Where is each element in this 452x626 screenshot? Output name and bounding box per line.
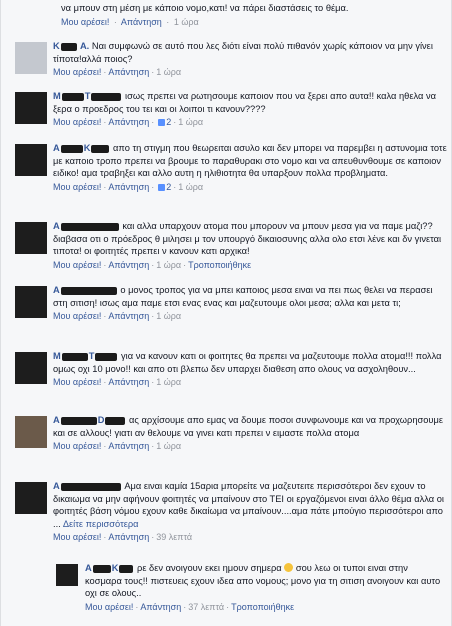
comment-body: AK ρε δεν ανοιγουν εκει ημουν σημερα σου… <box>85 562 447 613</box>
timestamp: 1 ώρα <box>156 441 182 451</box>
reply-link[interactable]: Απάντηση <box>108 260 149 270</box>
like-link[interactable]: Μου αρέσει! <box>53 67 101 77</box>
thumbs-up-icon <box>158 183 166 191</box>
avatar[interactable] <box>15 144 47 176</box>
like-link[interactable]: Μου αρέσει! <box>53 260 101 270</box>
avatar[interactable] <box>15 482 47 514</box>
commenter-name[interactable]: AD <box>53 415 126 425</box>
timestamp: 1 ώρα <box>156 377 182 387</box>
commenter-name[interactable]: K A. <box>53 41 89 51</box>
commenter-name[interactable]: A <box>53 221 120 231</box>
comment-meta: Μου αρέσει! · Απάντηση · 1 ώρα <box>53 67 182 77</box>
timestamp: 1 ώρα <box>178 181 204 192</box>
commenter-name[interactable]: AK <box>85 563 134 573</box>
comment-meta: Μου αρέσει! · Απάντηση · 37 λεπτά · Τροποποιήθ… <box>85 601 295 612</box>
avatar[interactable] <box>15 416 47 448</box>
comment-body: AD ας αρχίσουμε απο εμας να δουμε ποσοι … <box>53 414 447 453</box>
reply-link[interactable]: Απάντηση <box>121 17 162 27</box>
avatar[interactable] <box>15 92 47 124</box>
like-link[interactable]: Μου αρέσει! <box>61 17 109 27</box>
comment-thread: να μπουν στη μέση με κάποιο νομο,κατι! ν… <box>0 0 452 626</box>
timestamp: 1 ώρα <box>156 259 182 270</box>
comment-text: ρε δεν ανοιγουν εκει ημουν σημερα <box>137 563 282 573</box>
avatar[interactable] <box>15 352 47 384</box>
timestamp: 1 ώρα <box>173 17 199 27</box>
timestamp: 1 ώρα <box>178 117 204 127</box>
reply-link[interactable]: Απάντηση <box>108 311 149 321</box>
reply-link[interactable]: Απάντηση <box>108 377 149 387</box>
comment-meta: Μου αρέσει! · Απάντηση · 1 ώρα · Τροποποιήθηκε <box>53 259 252 270</box>
previous-comment-meta: Μου αρέσει! · Απάντηση · 1 ώρα <box>61 17 199 27</box>
like-link[interactable]: Μου αρέσει! <box>53 311 101 321</box>
reply-link[interactable]: Απάντηση <box>140 602 181 612</box>
reply-link[interactable]: Απάντηση <box>108 441 149 451</box>
comment-meta: Μου αρέσει! · Απάντηση · 1 ώρα <box>53 441 182 451</box>
like-link[interactable]: Μου αρέσει! <box>85 602 133 612</box>
smiley-icon <box>284 563 294 572</box>
like-link[interactable]: Μου αρέσει! <box>53 441 101 451</box>
timestamp: 39 λεπτά <box>156 532 193 542</box>
commenter-name[interactable]: MT <box>53 351 118 361</box>
commenter-name[interactable]: MT <box>53 91 122 101</box>
comment-body: K A. Ναι συμφωνώ σε αυτό που λες διότι ε… <box>53 40 447 79</box>
like-link[interactable]: Μου αρέσει! <box>53 532 101 542</box>
comment-meta: Μου αρέσει! · Απάντηση · 1 ώρα <box>53 377 182 387</box>
timestamp: 1 ώρα <box>156 67 182 77</box>
avatar[interactable] <box>15 286 47 318</box>
avatar[interactable] <box>15 42 47 74</box>
comment-body: A ο μονος τροπος για να μπει καποιος μεσ… <box>53 284 447 323</box>
comment-meta: Μου αρέσει! · Απάντηση · 2 · 1 ώρα <box>53 181 204 192</box>
like-link[interactable]: Μου αρέσει! <box>53 182 101 192</box>
comment-meta: Μου αρέσει! · Απάντηση · 2 · 1 ώρα <box>53 117 204 127</box>
comment-meta: Μου αρέσει! · Απάντηση · 1 ώρα <box>53 311 182 321</box>
avatar[interactable] <box>56 564 78 586</box>
reply-link[interactable]: Απάντηση <box>108 532 149 542</box>
comment-text: απο τη στιγμη που θεωρειται ασυλο και δε… <box>53 143 447 178</box>
comment-body: MT για να κανουν κατι οι φοιτητες θα πρε… <box>53 350 447 389</box>
thumbs-up-icon <box>158 119 166 126</box>
comment-text: Ναι συμφωνώ σε αυτό που λες διότι είναι … <box>53 41 433 64</box>
reply-link[interactable]: Απάντηση <box>108 67 149 77</box>
commenter-name[interactable]: A <box>53 285 118 295</box>
reply-link[interactable]: Απάντηση <box>108 117 149 127</box>
commenter-name[interactable]: A <box>53 481 122 491</box>
comment-meta: Μου αρέσει! · Απάντηση · 39 λεπτά <box>53 532 193 542</box>
see-more-link[interactable]: Δείτε περισσότερα <box>63 519 139 529</box>
avatar[interactable] <box>15 222 47 254</box>
like-link[interactable]: Μου αρέσει! <box>53 117 101 127</box>
previous-comment-text: να μπουν στη μέση με κάποιο νομο,κατι! ν… <box>61 3 349 13</box>
reply-link[interactable]: Απάντηση <box>108 182 149 192</box>
like-link[interactable]: Μου αρέσει! <box>53 377 101 387</box>
comment-body: AK απο τη στιγμη που θεωρειται ασυλο και… <box>53 142 447 193</box>
commenter-name[interactable]: AK <box>53 143 110 153</box>
edited-link[interactable]: Τροποποιήθηκε <box>188 260 251 270</box>
timestamp: 1 ώρα <box>156 311 182 321</box>
comment-body: MT ισως πρεπει να ρωτησουμε καποιον που … <box>53 90 447 129</box>
timestamp: 37 λεπτά <box>188 601 225 612</box>
edited-link[interactable]: Τροποποιήθηκε <box>231 602 294 612</box>
comment-body: A Αμα ειναι καμία 15αρια μπορείτε να μαζ… <box>53 480 447 544</box>
comment-body: A και αλλα υπαρχουν ατομα που μπορουν να… <box>53 220 447 271</box>
